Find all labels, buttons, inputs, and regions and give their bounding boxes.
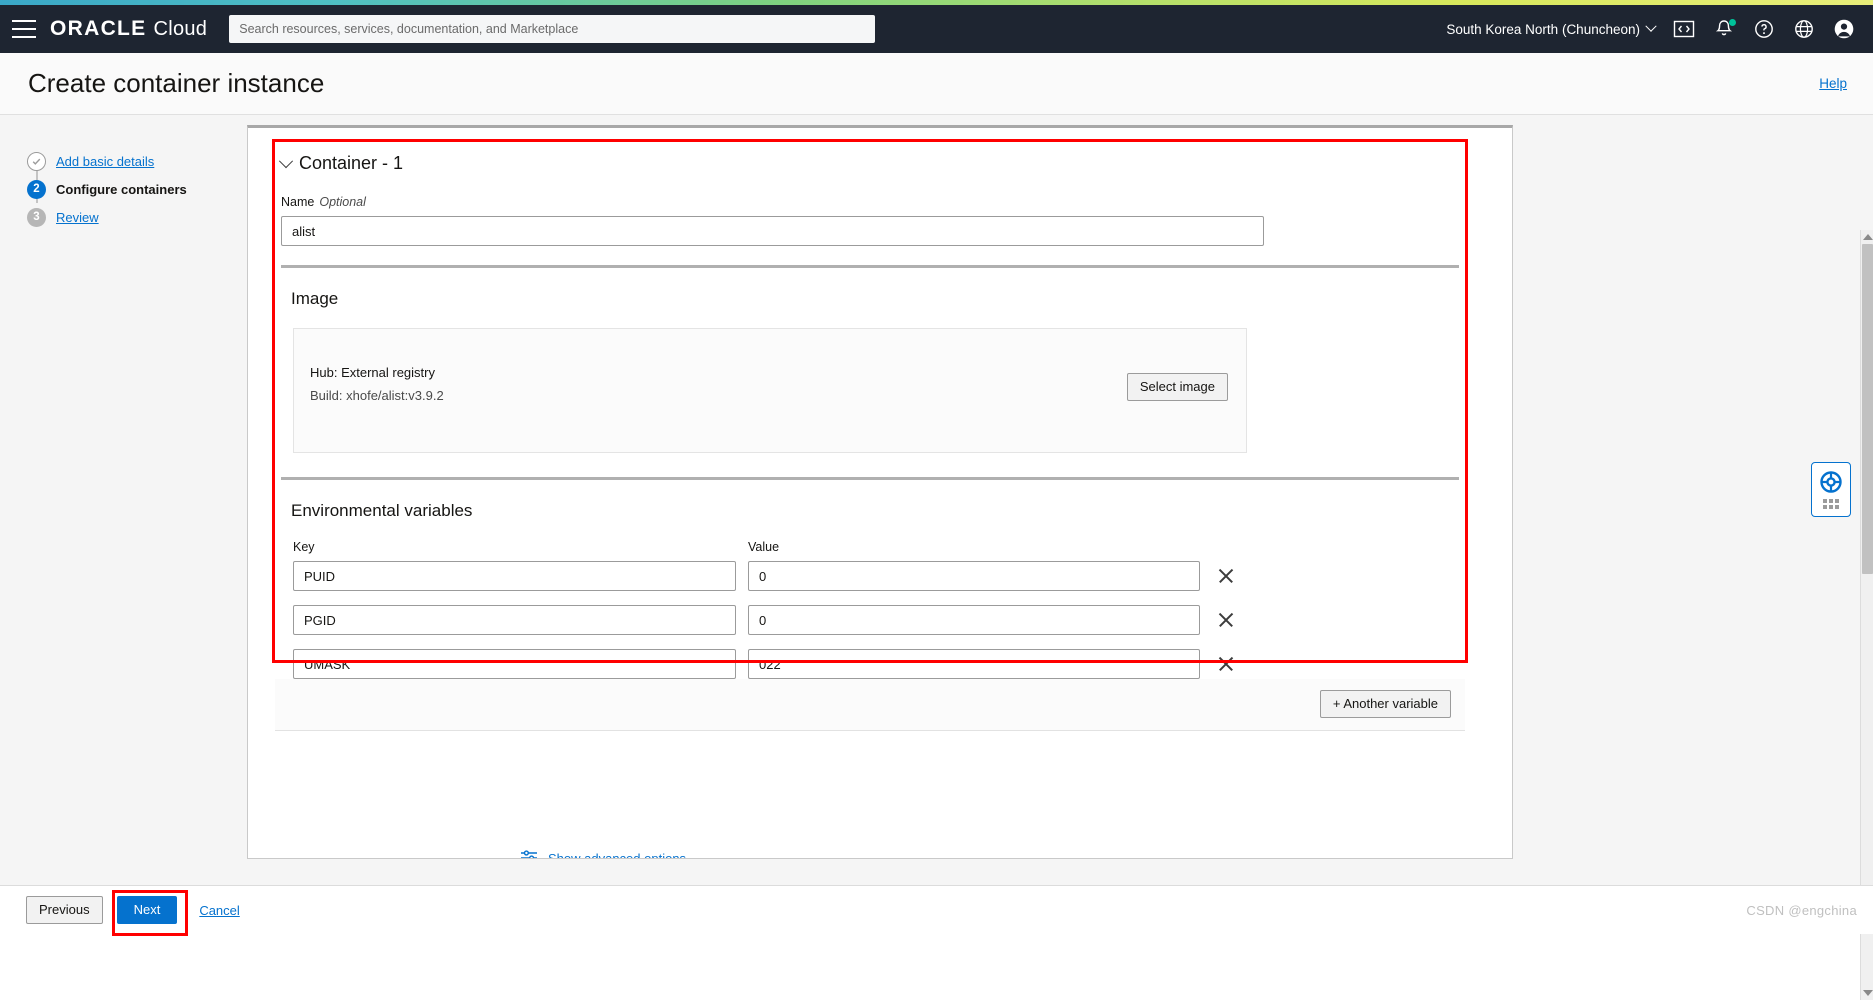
divider xyxy=(281,265,1459,268)
brand-oracle-text: ORACLE xyxy=(50,17,146,41)
name-optional-text: Optional xyxy=(319,195,366,209)
wizard-footer: Previous Next Cancel CSDN @engchina xyxy=(0,885,1873,934)
chevron-down-icon xyxy=(1645,21,1656,32)
env-row xyxy=(293,605,1465,635)
help-question-icon[interactable] xyxy=(1753,18,1775,40)
region-label: South Korea North (Chuncheon) xyxy=(1446,22,1640,37)
image-summary-box: Hub: External registry Build: xhofe/alis… xyxy=(293,328,1247,453)
step-label-add-basic-details[interactable]: Add basic details xyxy=(56,154,154,169)
watermark-text: CSDN @engchina xyxy=(1746,903,1857,918)
support-floating-widget[interactable] xyxy=(1811,462,1851,517)
sidebar-step-add-basic-details[interactable]: Add basic details xyxy=(27,147,242,175)
env-row xyxy=(293,649,1465,679)
page-title: Create container instance xyxy=(28,68,324,99)
env-value-input[interactable] xyxy=(748,605,1200,635)
env-row xyxy=(293,561,1465,591)
oracle-cloud-logo[interactable]: ORACLE Cloud xyxy=(50,17,207,41)
step-label-configure-containers: Configure containers xyxy=(56,182,187,197)
env-value-input[interactable] xyxy=(748,649,1200,679)
page-scrollbar-thumb[interactable] xyxy=(1862,244,1873,574)
env-section-title: Environmental variables xyxy=(291,501,1465,521)
env-key-input[interactable] xyxy=(293,605,736,635)
env-value-header: Value xyxy=(748,540,779,554)
user-avatar-icon[interactable] xyxy=(1833,18,1855,40)
env-key-input[interactable] xyxy=(293,649,736,679)
configure-containers-card: Container - 1 Name Optional Image Hub: Ex… xyxy=(247,125,1513,859)
name-label-text: Name xyxy=(281,195,314,209)
sidebar-step-configure-containers: 2 Configure containers xyxy=(27,175,242,203)
add-another-variable-button[interactable]: + Another variable xyxy=(1320,690,1451,718)
env-key-header: Key xyxy=(293,540,748,554)
add-variable-bar: + Another variable xyxy=(275,679,1465,731)
global-header: ORACLE Cloud South Korea North (Chuncheo… xyxy=(0,5,1873,53)
notifications-bell-icon[interactable] xyxy=(1713,18,1735,40)
image-hub-text: Hub: External registry xyxy=(310,365,444,380)
env-column-headers: Key Value xyxy=(293,540,1465,554)
menu-icon[interactable] xyxy=(12,20,36,38)
next-button[interactable]: Next xyxy=(117,896,178,924)
life-preserver-support-icon xyxy=(1819,470,1843,494)
language-globe-icon[interactable] xyxy=(1793,18,1815,40)
divider xyxy=(281,477,1459,480)
region-selector[interactable]: South Korea North (Chuncheon) xyxy=(1446,22,1655,37)
environment-variables-grid: Key Value xyxy=(293,540,1465,679)
brand-cloud-text: Cloud xyxy=(153,18,207,41)
sliders-settings-icon xyxy=(520,849,538,859)
step-number-badge: 2 xyxy=(27,180,46,199)
code-editor-icon[interactable] xyxy=(1673,18,1695,40)
advanced-options-row[interactable]: Show advanced options xyxy=(520,849,686,859)
scroll-up-arrow-icon[interactable] xyxy=(1863,234,1873,240)
scroll-down-arrow-icon[interactable] xyxy=(1863,990,1873,996)
select-image-button[interactable]: Select image xyxy=(1127,373,1228,401)
container-1-panel: Container - 1 Name Optional Image Hub: Ex… xyxy=(275,142,1465,693)
chevron-down-icon[interactable] xyxy=(279,154,293,168)
cancel-link[interactable]: Cancel xyxy=(199,903,239,918)
delete-row-close-icon[interactable] xyxy=(1216,610,1236,630)
search-input[interactable] xyxy=(229,15,875,43)
step-number-badge: 3 xyxy=(27,208,46,227)
container-panel-header[interactable]: Container - 1 xyxy=(275,142,1465,174)
name-field-label: Name Optional xyxy=(275,195,1465,209)
image-section-title: Image xyxy=(291,289,1465,309)
show-advanced-options-link[interactable]: Show advanced options xyxy=(548,851,686,860)
env-key-input[interactable] xyxy=(293,561,736,591)
next-button-highlight: Next xyxy=(117,896,178,924)
image-details: Hub: External registry Build: xhofe/alis… xyxy=(310,365,444,403)
notification-badge-dot xyxy=(1729,19,1736,26)
container-name-input[interactable] xyxy=(281,216,1264,246)
previous-button[interactable]: Previous xyxy=(26,896,103,924)
delete-row-close-icon[interactable] xyxy=(1216,566,1236,586)
sidebar-step-review[interactable]: 3 Review xyxy=(27,203,242,231)
delete-row-close-icon[interactable] xyxy=(1216,654,1236,674)
help-link[interactable]: Help xyxy=(1819,76,1847,91)
step-label-review[interactable]: Review xyxy=(56,210,99,225)
container-heading: Container - 1 xyxy=(299,153,403,174)
step-complete-check-icon xyxy=(27,152,46,171)
page-titlebar: Create container instance Help xyxy=(0,53,1873,115)
env-value-input[interactable] xyxy=(748,561,1200,591)
page-body: Add basic details 2 Configure containers… xyxy=(0,115,1873,885)
image-build-text: Build: xhofe/alist:v3.9.2 xyxy=(310,388,444,403)
drag-handle-dots-icon[interactable] xyxy=(1823,499,1839,509)
wizard-steps: Add basic details 2 Configure containers… xyxy=(27,147,242,231)
